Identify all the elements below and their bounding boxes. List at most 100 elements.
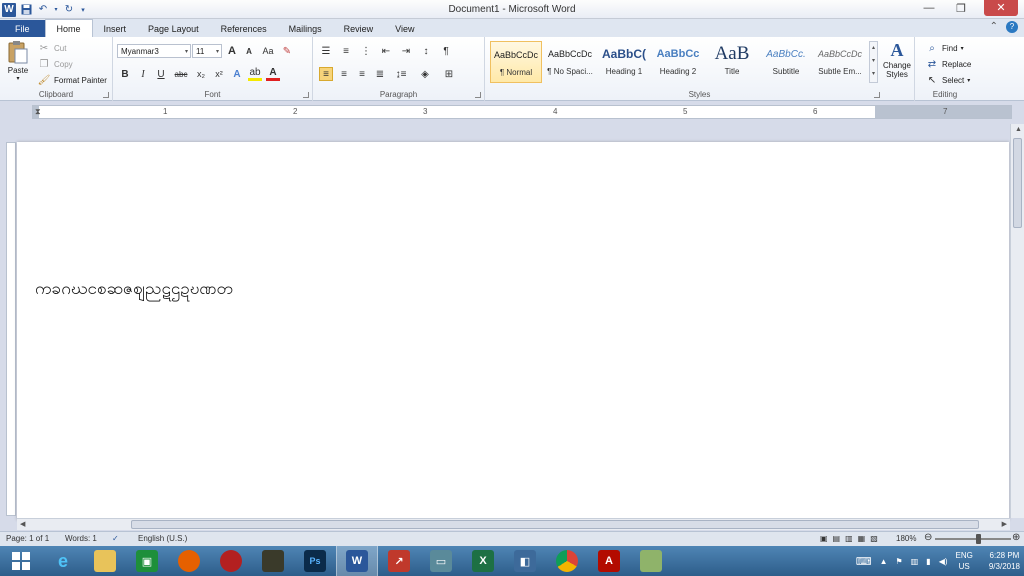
horizontal-scroll-thumb[interactable]	[131, 520, 979, 529]
taskbar-photoshop[interactable]: Ps	[294, 546, 336, 576]
style-heading-2[interactable]: AaBbCc Heading 2	[652, 41, 704, 83]
zoom-out-icon[interactable]: ⊖	[924, 532, 932, 543]
decrease-indent-icon[interactable]: ⇤	[379, 44, 393, 58]
styles-scroll[interactable]: ▴ ▾ ▾	[869, 41, 878, 83]
help-icon[interactable]: ?	[1006, 21, 1018, 33]
flag-icon[interactable]: ⚑	[896, 557, 903, 566]
increase-indent-icon[interactable]: ⇥	[399, 44, 413, 58]
change-styles-button[interactable]: A Change Styles	[881, 40, 913, 86]
multilevel-list-icon[interactable]: ⋮	[359, 44, 373, 58]
page-count[interactable]: Page: 1 of 1	[6, 534, 49, 543]
align-center-icon[interactable]: ≡	[337, 67, 351, 81]
taskbar-app-film[interactable]: ◧	[504, 546, 546, 576]
zoom-slider[interactable]	[935, 538, 1011, 540]
tab-mailings[interactable]: Mailings	[278, 20, 333, 37]
replace-button[interactable]: ⇄ Replace	[925, 57, 972, 71]
start-button[interactable]	[0, 546, 42, 576]
align-left-icon[interactable]: ≡	[319, 67, 333, 81]
paste-button[interactable]: Paste ▾	[4, 40, 32, 84]
tab-review[interactable]: Review	[333, 20, 385, 37]
taskbar-word[interactable]: W	[336, 546, 378, 576]
line-spacing-icon[interactable]: ↨≡	[391, 67, 411, 81]
taskbar-app-red[interactable]	[210, 546, 252, 576]
tab-insert[interactable]: Insert	[93, 20, 138, 37]
bold-icon[interactable]: B	[118, 67, 132, 81]
style-title[interactable]: AaB Title	[706, 41, 758, 83]
bullets-icon[interactable]: ☰	[319, 44, 333, 58]
minimize-ribbon-icon[interactable]: ⌃	[990, 21, 998, 33]
cut-button[interactable]: ✂ Cut	[37, 41, 67, 55]
style-subtle-emphasis[interactable]: AaBbCcDc Subtle Em...	[814, 41, 866, 83]
change-case-icon[interactable]: Aa	[259, 44, 277, 58]
underline-icon[interactable]: U	[154, 67, 168, 81]
shading-icon[interactable]: ◈	[415, 67, 435, 81]
minimize-button[interactable]: —	[920, 2, 938, 14]
taskbar-store[interactable]: ▣	[126, 546, 168, 576]
highlight-icon[interactable]: ab	[248, 67, 262, 81]
clipboard-launcher-icon[interactable]	[103, 92, 109, 98]
maximize-button[interactable]: ❐	[952, 2, 970, 15]
borders-icon[interactable]: ⊞	[439, 67, 459, 81]
indent-marker-icon[interactable]: ⧗	[35, 107, 41, 117]
taskbar-app-green[interactable]	[630, 546, 672, 576]
style-normal[interactable]: AaBbCcDc ¶ Normal	[490, 41, 542, 83]
taskbar-ie[interactable]: e	[42, 546, 84, 576]
horizontal-scrollbar[interactable]: ◀ ▶	[17, 518, 1010, 530]
font-color-icon[interactable]: A	[266, 67, 280, 81]
clear-formatting-icon[interactable]: ✎	[280, 44, 294, 58]
scroll-up-icon[interactable]: ▲	[1015, 126, 1022, 133]
font-launcher-icon[interactable]	[303, 92, 309, 98]
text-effects-icon[interactable]: A	[230, 67, 244, 81]
paste-dropdown-icon[interactable]: ▾	[4, 75, 32, 82]
tray-expand-icon[interactable]: ▲	[880, 557, 888, 566]
tab-page-layout[interactable]: Page Layout	[137, 20, 210, 37]
select-button[interactable]: ↖ Select ▾	[925, 73, 970, 87]
tab-view[interactable]: View	[384, 20, 425, 37]
taskbar-acrobat[interactable]: A	[588, 546, 630, 576]
subscript-icon[interactable]: x₂	[194, 67, 208, 81]
justify-icon[interactable]: ≣	[373, 67, 387, 81]
document-text[interactable]: ကခဂဃငစဆဇဈညဋဌဍဎဏတ	[35, 278, 233, 303]
close-button[interactable]: ✕	[984, 0, 1018, 16]
show-formatting-icon[interactable]: ¶	[439, 44, 453, 58]
taskbar-app-chart[interactable]: ↗	[378, 546, 420, 576]
document-page[interactable]: ကခဂဃငစဆဇဈညဋဌဍဎဏတ	[17, 142, 1009, 520]
style-heading-1[interactable]: AaBbC( Heading 1	[598, 41, 650, 83]
horizontal-ruler[interactable]: ⧗ 1 2 3 4 5 6 7	[32, 105, 1012, 119]
align-right-icon[interactable]: ≡	[355, 67, 369, 81]
taskbar-app-monitor[interactable]: ▭	[420, 546, 462, 576]
numbering-icon[interactable]: ≡	[339, 44, 353, 58]
strikethrough-icon[interactable]: abc	[172, 67, 190, 81]
style-subtitle[interactable]: AaBbCc. Subtitle	[760, 41, 812, 83]
taskbar-app-dark[interactable]	[252, 546, 294, 576]
superscript-icon[interactable]: x²	[212, 67, 226, 81]
find-button[interactable]: ⌕ Find ▾	[925, 41, 963, 55]
zoom-slider-knob[interactable]	[976, 534, 981, 544]
language-switcher[interactable]: ENG US	[956, 550, 973, 572]
taskbar-chrome[interactable]	[546, 546, 588, 576]
tab-home[interactable]: Home	[44, 19, 93, 37]
view-buttons[interactable]: ▣▤▥▦▧	[820, 534, 883, 543]
scroll-right-icon[interactable]: ▶	[1002, 520, 1007, 528]
vertical-ruler[interactable]	[6, 142, 16, 516]
taskbar-firefox[interactable]	[168, 546, 210, 576]
keyboard-icon[interactable]: ⌨	[856, 555, 872, 568]
proofing-icon[interactable]: ✓	[112, 534, 119, 543]
volume-icon[interactable]: ◀)	[939, 557, 948, 566]
styles-launcher-icon[interactable]	[874, 92, 880, 98]
grow-font-icon[interactable]: A	[225, 44, 239, 58]
zoom-level[interactable]: 180%	[896, 534, 916, 543]
taskbar-explorer[interactable]	[84, 546, 126, 576]
taskbar-excel[interactable]: X	[462, 546, 504, 576]
paragraph-launcher-icon[interactable]	[475, 92, 481, 98]
word-count[interactable]: Words: 1	[65, 534, 97, 543]
vertical-scroll-thumb[interactable]	[1013, 138, 1022, 228]
font-size-select[interactable]: 11 ▾	[192, 44, 222, 58]
format-painter-button[interactable]: 🖌 Format Painter	[37, 73, 107, 87]
sort-icon[interactable]: ↕	[419, 44, 433, 58]
tab-file[interactable]: File	[0, 20, 45, 37]
scroll-left-icon[interactable]: ◀	[20, 520, 25, 528]
font-family-select[interactable]: Myanmar3 ▾	[117, 44, 191, 58]
shrink-font-icon[interactable]: A	[242, 44, 256, 58]
tab-references[interactable]: References	[210, 20, 278, 37]
